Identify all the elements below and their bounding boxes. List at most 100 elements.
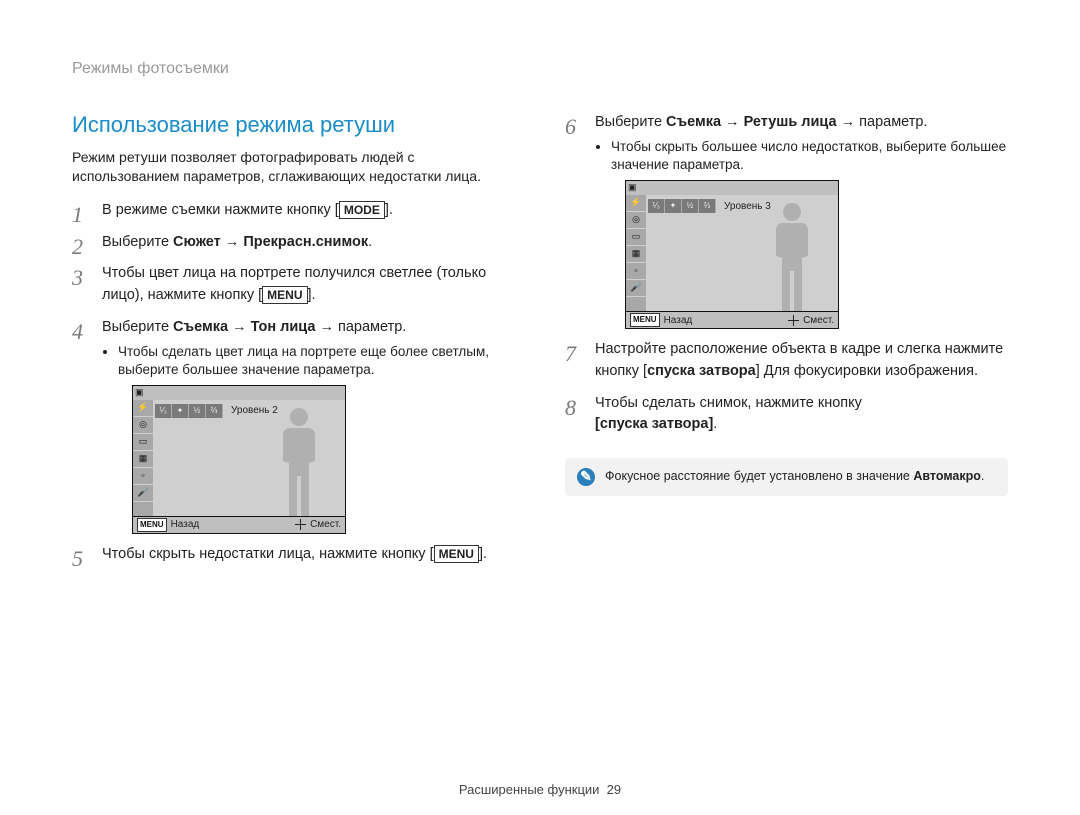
flash-icon: ⚡: [626, 195, 646, 212]
grid-icon: ▦: [133, 451, 153, 468]
step-8: 8 Чтобы сделать снимок, нажмите кнопку […: [565, 393, 1008, 437]
step-text-bold: Съемка → Ретушь лица: [666, 114, 837, 130]
menu-button-label: MENU: [137, 518, 167, 532]
step-4: 4 Выберите Съемка → Тон лица → параметр.…: [72, 317, 515, 534]
step-text: ].: [479, 546, 487, 562]
step-number: 3: [72, 261, 83, 294]
menu-button-label: MENU: [262, 286, 307, 304]
set-label: Смест.: [310, 517, 341, 532]
step-text: ].: [308, 287, 316, 303]
steps-list-left: 1 В режиме съемки нажмите кнопку [MODE].…: [72, 200, 515, 566]
back-label: Назад: [664, 313, 693, 328]
camera-screenshot: ▣ ⚡ ◎ ▭ ▦ ▫ 🎤: [132, 385, 346, 534]
step-number: 7: [565, 337, 576, 370]
step-number: 4: [72, 315, 83, 348]
level-cell: ⅔: [206, 404, 223, 418]
quality-icon: ▫: [626, 263, 646, 280]
level-cells: ⅟₃ ✦ ½ ⅔: [155, 404, 223, 418]
screenshot-bottom-bar: MENU Назад Смест.: [626, 311, 838, 328]
dpad-icon: [788, 315, 799, 326]
columns: Использование режима ретуши Режим ретуши…: [72, 112, 1008, 576]
sub-item: Чтобы сделать цвет лица на портрете еще …: [118, 343, 515, 379]
focus-icon: ◎: [133, 417, 153, 434]
step-text: .: [368, 234, 372, 250]
screenshot-top-row: ▣: [626, 181, 838, 195]
step-text-bold: [спуска затвора]: [595, 416, 713, 432]
step-text-bold: Съемка → Тон лица: [173, 319, 315, 335]
sub-list: Чтобы скрыть большее число недостатков, …: [595, 138, 1008, 174]
level-cell: ⅟₃: [648, 199, 665, 213]
step-3: 3 Чтобы цвет лица на портрете получился …: [72, 263, 515, 307]
breadcrumb: Режимы фотосъемки: [72, 60, 1008, 78]
note-text-b: .: [981, 469, 984, 483]
screenshot-top-row: ▣: [133, 386, 345, 400]
grid-icon: ▦: [626, 246, 646, 263]
back-label: Назад: [171, 517, 200, 532]
step-text-bold: спуска затвора: [647, 363, 756, 379]
flash-icon: ⚡: [133, 400, 153, 417]
step-text: → параметр.: [315, 319, 406, 335]
manual-page: Режимы фотосъемки Использование режима р…: [0, 0, 1080, 815]
step-7: 7 Настройте расположение объекта в кадре…: [565, 339, 1008, 383]
section-title: Использование режима ретуши: [72, 112, 515, 138]
screenshot-body: ⚡ ◎ ▭ ▦ ▫ 🎤 ⅟₃: [626, 195, 838, 311]
voice-icon: 🎤: [133, 485, 153, 502]
info-icon: ✎: [577, 468, 595, 486]
footer-label: Расширенные функции: [459, 782, 600, 797]
step-text: Чтобы сделать снимок, нажмите кнопку: [595, 395, 862, 411]
step-text: Выберите: [595, 114, 666, 130]
screenshot-sidebar: ⚡ ◎ ▭ ▦ ▫ 🎤: [626, 195, 646, 311]
info-note: ✎ Фокусное расстояние будет установлено …: [565, 458, 1008, 496]
level-cell: ½: [682, 199, 699, 213]
menu-button-label: MENU: [434, 545, 479, 563]
level-cell: ⅟₃: [155, 404, 172, 418]
step-number: 5: [72, 542, 83, 575]
step-6: 6 Выберите Съемка → Ретушь лица → параме…: [565, 112, 1008, 329]
quality-icon: ▫: [133, 468, 153, 485]
screenshot-body: ⚡ ◎ ▭ ▦ ▫ 🎤 ⅟₃: [133, 400, 345, 516]
size-icon: ▭: [133, 434, 153, 451]
step-text: → параметр.: [837, 114, 928, 130]
set-label: Смест.: [803, 313, 834, 328]
voice-icon: 🎤: [626, 280, 646, 297]
step-2: 2 Выберите Сюжет → Прекрасн.снимок.: [72, 232, 515, 254]
step-text: Чтобы скрыть недостатки лица, нажмите кн…: [102, 546, 434, 562]
step-number: 1: [72, 198, 83, 231]
screenshot-main: ⅟₃ ✦ ½ ⅔ Уровень 2: [153, 400, 345, 516]
step-text: Выберите: [102, 319, 173, 335]
screenshot-sidebar: ⚡ ◎ ▭ ▦ ▫ 🎤: [133, 400, 153, 516]
person-silhouette-icon: [269, 406, 329, 516]
footer-page: 29: [607, 782, 621, 797]
note-text: Фокусное расстояние будет установлено в …: [605, 468, 984, 486]
step-number: 8: [565, 391, 576, 424]
note-text-a: Фокусное расстояние будет установлено в …: [605, 469, 913, 483]
step-5: 5 Чтобы скрыть недостатки лица, нажмите …: [72, 544, 515, 566]
step-number: 6: [565, 110, 576, 143]
step-text: ] Для фокусировки изображения.: [756, 363, 978, 379]
step-number: 2: [72, 230, 83, 263]
level-cell: ✦: [172, 404, 189, 418]
page-footer: Расширенные функции 29: [0, 782, 1080, 797]
level-cells: ⅟₃ ✦ ½ ⅔: [648, 199, 716, 213]
intro-text: Режим ретуши позволяет фотографировать л…: [72, 148, 515, 186]
screenshot-main: ⅟₃ ✦ ½ ⅔ Уровень 3: [646, 195, 838, 311]
mode-icon: ▣: [628, 181, 637, 195]
step-text: ].: [385, 202, 393, 218]
step-1: 1 В режиме съемки нажмите кнопку [MODE].: [72, 200, 515, 222]
level-cell: ⅔: [699, 199, 716, 213]
camera-screenshot: ▣ ⚡ ◎ ▭ ▦ ▫ 🎤: [625, 180, 839, 329]
step-text: В режиме съемки нажмите кнопку [: [102, 202, 339, 218]
menu-button-label: MENU: [630, 313, 660, 327]
step-text: .: [713, 416, 717, 432]
step-text-bold: Сюжет → Прекрасн.снимок: [173, 234, 368, 250]
size-icon: ▭: [626, 229, 646, 246]
focus-icon: ◎: [626, 212, 646, 229]
step-text: Выберите: [102, 234, 173, 250]
level-selector: ⅟₃ ✦ ½ ⅔ Уровень 2: [155, 404, 285, 418]
screenshot-bottom-bar: MENU Назад Смест.: [133, 516, 345, 533]
mode-button-label: MODE: [339, 201, 385, 219]
level-cell: ½: [189, 404, 206, 418]
person-silhouette-icon: [762, 201, 822, 311]
dpad-icon: [295, 519, 306, 530]
mode-icon: ▣: [135, 386, 144, 400]
